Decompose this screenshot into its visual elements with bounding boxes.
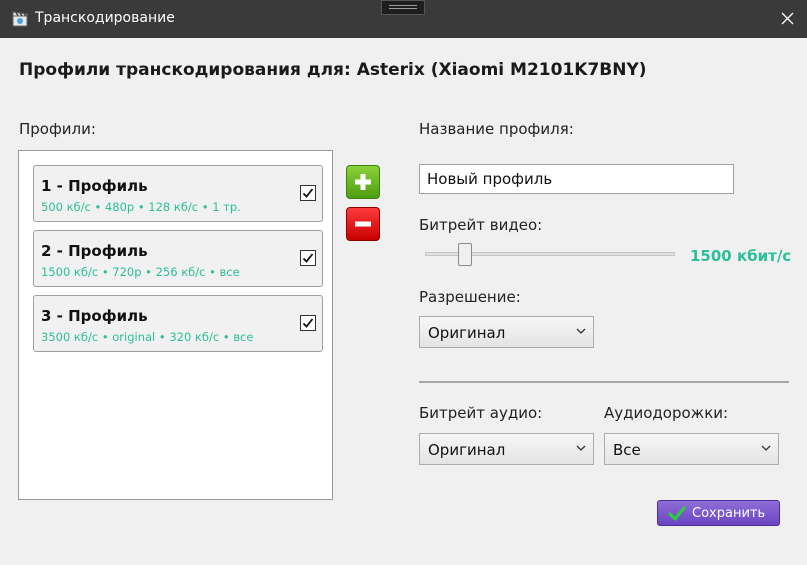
profile-enabled-checkbox[interactable]	[300, 315, 316, 331]
clapperboard-icon	[11, 10, 29, 28]
drag-handle[interactable]	[381, 0, 425, 15]
profile-name: 2 - Профиль	[41, 242, 148, 260]
profiles-list: 1 - Профиль 500 кб/с • 480p • 128 кб/с •…	[18, 150, 333, 500]
chevron-down-icon	[761, 445, 771, 451]
audio-bitrate-label: Битрейт аудио:	[419, 404, 543, 422]
title-bar[interactable]: Транскодирование	[0, 0, 807, 38]
video-bitrate-value: 1500 кбит/с	[690, 247, 792, 265]
profile-details: 500 кб/с • 480p • 128 кб/с • 1 тр.	[41, 200, 241, 214]
checkmark-icon	[302, 318, 314, 328]
profile-name-input[interactable]	[419, 164, 734, 194]
plus-icon	[355, 174, 371, 190]
profile-enabled-checkbox[interactable]	[300, 185, 316, 201]
profile-item-3[interactable]: 3 - Профиль 3500 кб/с • original • 320 к…	[33, 295, 323, 352]
checkmark-icon	[302, 253, 314, 263]
resolution-selected-value: Оригинал	[428, 324, 506, 342]
profile-details: 1500 кб/с • 720p • 256 кб/с • все	[41, 265, 240, 279]
minus-icon	[355, 221, 371, 227]
profile-name: 3 - Профиль	[41, 307, 148, 325]
page-title: Профили транскодирования для: Asterix (X…	[19, 60, 647, 80]
save-button[interactable]: Сохранить	[657, 500, 780, 526]
audio-tracks-label: Аудиодорожки:	[604, 404, 729, 422]
profile-item-1[interactable]: 1 - Профиль 500 кб/с • 480p • 128 кб/с •…	[33, 165, 323, 222]
chevron-down-icon	[576, 328, 586, 334]
checkmark-icon	[302, 188, 314, 198]
close-icon	[781, 12, 794, 25]
remove-profile-button[interactable]	[346, 207, 380, 241]
profile-name: 1 - Профиль	[41, 177, 148, 195]
audio-bitrate-select[interactable]: Оригинал	[419, 433, 594, 465]
save-button-label: Сохранить	[692, 506, 766, 521]
profile-enabled-checkbox[interactable]	[300, 250, 316, 266]
checkmark-icon	[668, 506, 686, 521]
audio-bitrate-selected-value: Оригинал	[428, 441, 506, 459]
add-profile-button[interactable]	[346, 165, 380, 199]
audio-tracks-selected-value: Все	[613, 441, 641, 459]
resolution-select[interactable]: Оригинал	[419, 316, 594, 348]
resolution-label: Разрешение:	[419, 288, 521, 306]
chevron-down-icon	[576, 445, 586, 451]
window-title: Транскодирование	[35, 10, 175, 26]
section-divider	[419, 381, 789, 383]
video-bitrate-slider-thumb[interactable]	[458, 243, 473, 266]
video-bitrate-label: Битрейт видео:	[419, 216, 543, 234]
profile-item-2[interactable]: 2 - Профиль 1500 кб/с • 720p • 256 кб/с …	[33, 230, 323, 287]
audio-tracks-select[interactable]: Все	[604, 433, 779, 465]
profile-name-label: Название профиля:	[419, 120, 574, 138]
profile-details: 3500 кб/с • original • 320 кб/с • все	[41, 330, 254, 344]
close-button[interactable]	[768, 0, 807, 38]
profiles-label: Профили:	[19, 120, 96, 138]
